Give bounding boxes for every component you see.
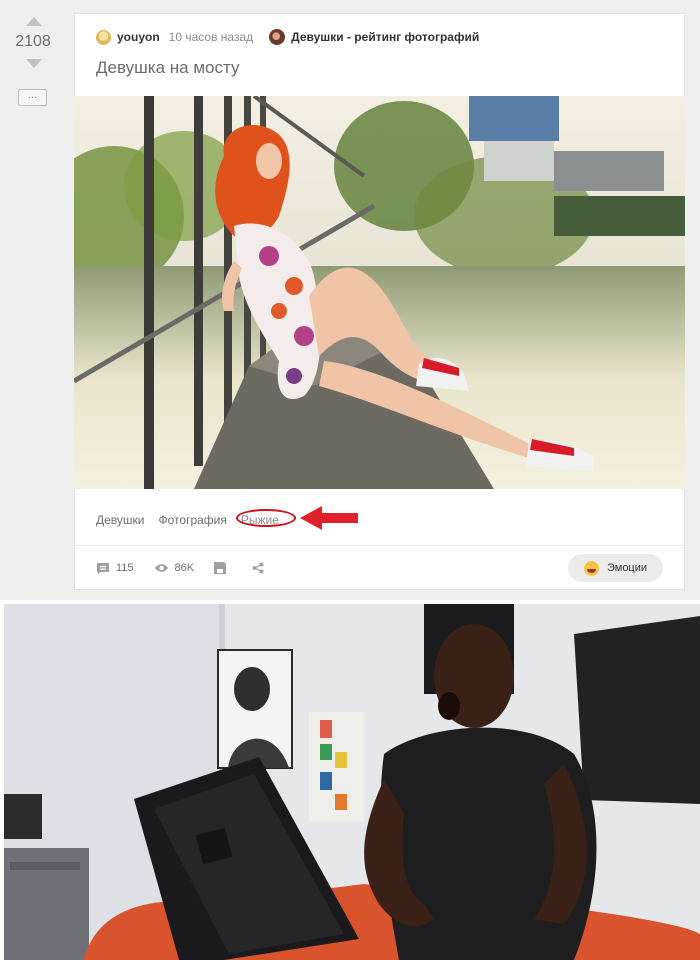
views-indicator: 86K [154,562,195,574]
post-area: 2108 ··· youyon 10 часов назад Девушки -… [0,0,700,600]
emotions-button[interactable]: Эмоции [568,554,663,582]
share-icon [252,562,264,574]
community-name[interactable]: Девушки - рейтинг фотографий [291,30,479,44]
smiley-icon [583,560,599,576]
eye-icon [154,564,168,572]
photo-illustration [74,96,685,489]
vote-column: 2108 ··· [0,0,66,120]
more-button[interactable]: ··· [18,89,47,106]
views-count: 86K [174,562,195,574]
red-arrow-icon [300,506,358,530]
save-button[interactable] [214,562,232,574]
comments-button[interactable]: 115 [96,562,134,575]
comment-icon [97,562,109,574]
arrow-up-icon[interactable] [26,17,42,26]
post-card: youyon 10 часов назад Девушки - рейтинг … [74,13,685,590]
tag-photography[interactable]: Фотография [159,513,227,527]
tag-devushki[interactable]: Девушки [96,513,145,527]
reaction-illustration [4,604,700,960]
post-footer: 115 86K [96,559,290,577]
arrow-down-icon[interactable] [26,59,42,68]
share-button[interactable] [252,562,270,574]
highlight-circle [235,509,296,527]
community-avatar[interactable] [269,29,286,45]
card-divider [75,545,684,546]
reaction-photo [4,604,700,960]
post-title[interactable]: Девушка на мосту [96,58,239,78]
comments-count: 115 [116,562,134,574]
rating-count: 2108 [15,33,51,50]
emotions-label: Эмоции [606,562,648,574]
post-time: 10 часов назад [168,30,254,44]
tag-redheads[interactable]: Рыжие [235,509,296,527]
post-photo[interactable] [74,96,685,489]
save-icon [214,562,227,574]
tags-row: Девушки Фотография Рыжие [96,509,296,529]
post-header: youyon 10 часов назад Девушки - рейтинг … [96,28,479,46]
author-name[interactable]: youyon [117,30,160,44]
author-avatar[interactable] [96,29,111,45]
